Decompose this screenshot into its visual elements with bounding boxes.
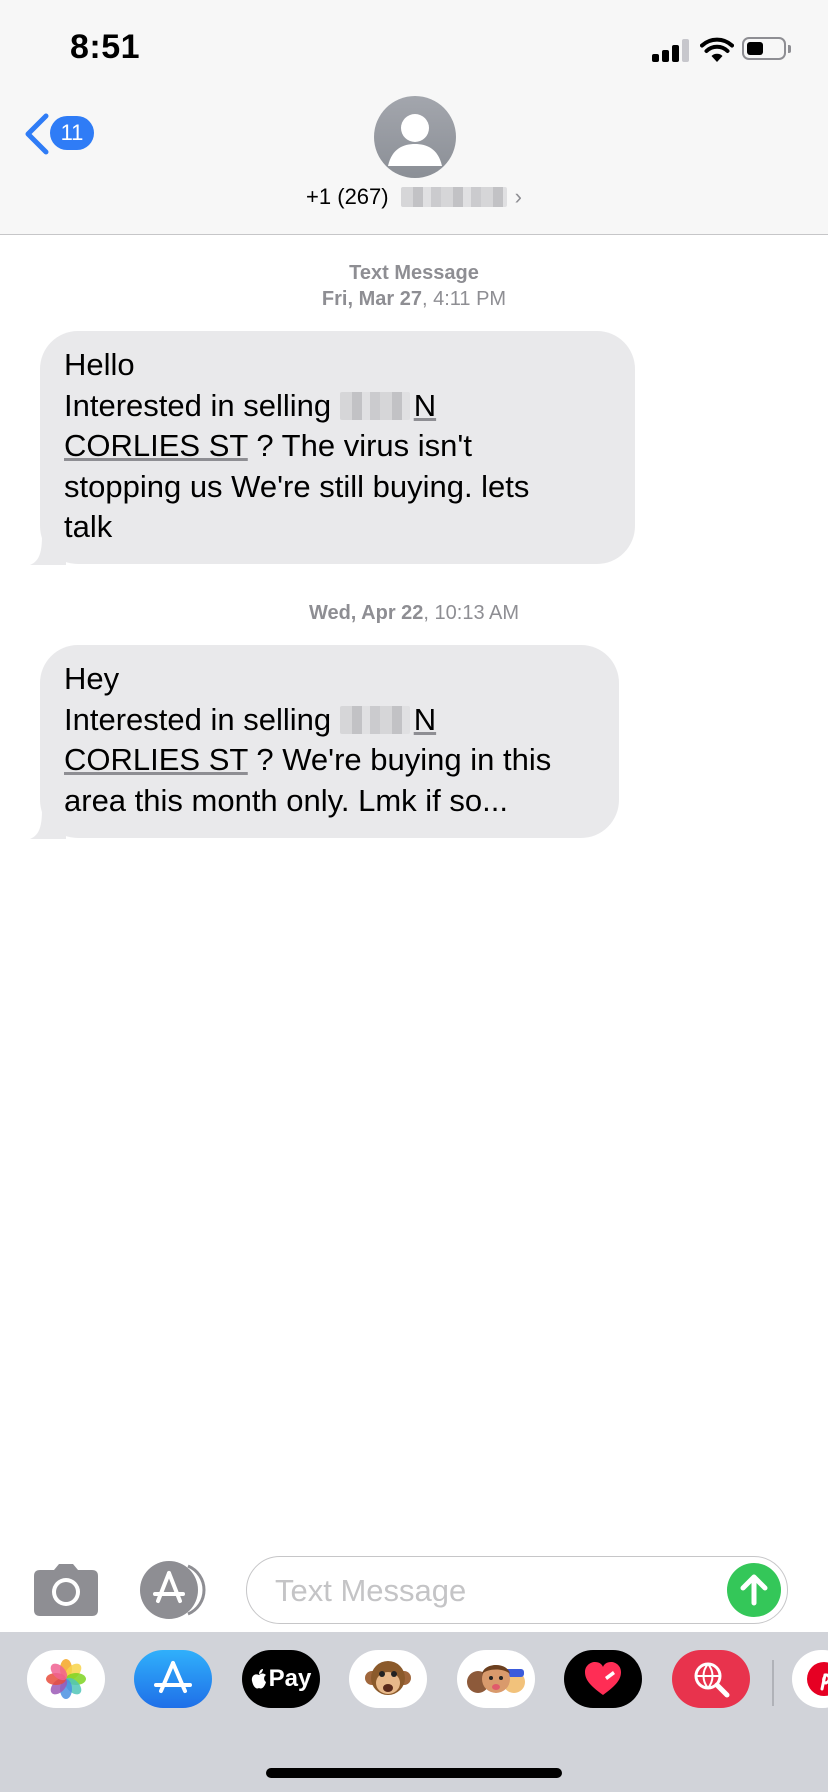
globe-search-icon [694, 1662, 730, 1698]
app-store-glyph [154, 1661, 192, 1693]
images-search-app-icon[interactable] [672, 1650, 750, 1708]
app-store-app-icon[interactable] [134, 1650, 212, 1708]
arrow-up-icon [740, 1574, 768, 1606]
app-drawer-divider [772, 1660, 774, 1706]
photos-flower-icon [46, 1659, 86, 1699]
digital-touch-app-icon[interactable] [564, 1650, 642, 1708]
redacted-number [400, 187, 507, 207]
apple-pay-label: Pay [268, 1665, 312, 1692]
cellular-signal-icon [652, 38, 692, 62]
conversation-header: 11 +1 (267) › [0, 96, 828, 235]
message-text: ? The virus isn't [247, 428, 472, 463]
message-text: ? We're buying in this [247, 742, 552, 777]
message-line: Interested in selling N [64, 700, 595, 741]
redacted-address-number [339, 705, 410, 734]
pinterest-logo-icon [807, 1662, 828, 1696]
timestamp-time: , 4:11 PM [421, 288, 507, 310]
monkey-face-icon [365, 1661, 411, 1695]
battery-level [747, 42, 763, 55]
battery-icon [742, 37, 786, 60]
timestamp-date: Wed, Apr 22 [308, 602, 424, 624]
bubble-tail [30, 809, 66, 839]
unread-count-badge: 11 [50, 116, 94, 150]
service-label: Text Message [349, 262, 479, 284]
message-line: stopping us We're still buying. lets [64, 468, 530, 504]
address-link[interactable]: N [414, 702, 436, 737]
apple-pay-app-icon[interactable]: Pay [242, 1650, 320, 1708]
person-icon [388, 114, 442, 166]
apple-logo-icon [251, 1669, 266, 1689]
message-input-field[interactable] [246, 1556, 788, 1624]
memoji-faces-icon [467, 1665, 525, 1693]
camera-icon[interactable] [34, 1564, 98, 1616]
contact-number: +1 (267) [306, 184, 389, 209]
back-button[interactable]: 11 [22, 106, 108, 156]
message-line: Hey [64, 661, 120, 696]
home-indicator [266, 1768, 562, 1778]
message-timestamp: Wed, Apr 22, 10:13 AM [0, 600, 828, 626]
message-line: talk [64, 509, 113, 544]
contact-details-link[interactable]: +1 (267) › [306, 184, 522, 210]
message-bubble[interactable]: Hey Interested in selling N CORLIES ST ?… [30, 645, 619, 839]
message-line: CORLIES ST ? The virus isn't [64, 426, 611, 467]
status-time: 8:51 [70, 28, 141, 66]
message-timestamp: Text Message Fri, Mar 27, 4:11 PM [0, 260, 828, 312]
message-text: Interested in selling [64, 387, 340, 423]
battery-cap [788, 45, 791, 53]
heart-icon [585, 1662, 621, 1695]
redacted-address-number [339, 391, 410, 420]
chevron-left-icon [25, 113, 49, 155]
contact-avatar[interactable] [374, 96, 456, 178]
timestamp-date: Fri, Mar 27 [321, 288, 422, 310]
message-input[interactable] [273, 1569, 697, 1613]
memoji-stickers-app-icon[interactable] [457, 1650, 535, 1708]
photos-app-icon[interactable] [27, 1650, 105, 1708]
timestamp-time: , 10:13 AM [423, 602, 520, 624]
message-line: area this month only. Lmk if so... [64, 782, 508, 818]
message-text: Interested in selling [64, 701, 340, 737]
pinterest-app-icon[interactable] [792, 1650, 828, 1708]
send-button[interactable] [727, 1563, 781, 1617]
contact-info: +1 (267) › [0, 184, 828, 210]
message-line: CORLIES ST ? We're buying in this [64, 740, 595, 781]
message-line: Interested in selling N [64, 386, 611, 427]
animoji-app-icon[interactable] [349, 1650, 427, 1708]
address-link[interactable]: N [414, 388, 436, 423]
app-store-icon[interactable] [140, 1561, 214, 1619]
bubble-tail [30, 535, 66, 565]
address-link[interactable]: CORLIES ST [64, 742, 248, 777]
message-line: Hello [64, 347, 135, 382]
chevron-right-icon: › [514, 184, 522, 209]
status-bar: 8:51 [0, 0, 828, 96]
wifi-icon [700, 37, 734, 62]
address-link[interactable]: CORLIES ST [64, 428, 248, 463]
message-bubble[interactable]: Hello Interested in selling N CORLIES ST… [30, 331, 635, 565]
